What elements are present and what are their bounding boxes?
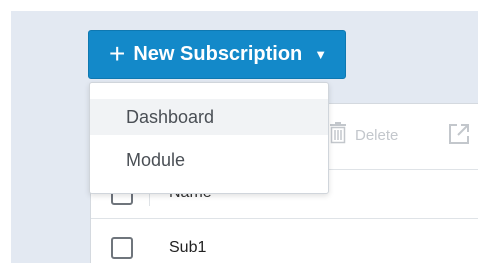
menu-item-dashboard[interactable]: Dashboard (90, 99, 328, 135)
chevron-down-icon: ▼ (314, 47, 328, 62)
table-row-name[interactable]: Sub1 (169, 239, 206, 257)
external-link-icon[interactable] (447, 122, 471, 146)
plus-icon: + (109, 37, 126, 69)
delete-button[interactable]: Delete (329, 122, 398, 148)
delete-label: Delete (355, 126, 399, 144)
new-subscription-dropdown: Dashboard Module (89, 82, 329, 194)
trash-icon (329, 122, 347, 148)
row-checkbox[interactable] (111, 237, 133, 259)
new-subscription-label: New Subscription (133, 43, 303, 65)
menu-item-module[interactable]: Module (90, 142, 328, 178)
new-subscription-button[interactable]: + New Subscription ▼ (88, 30, 346, 79)
